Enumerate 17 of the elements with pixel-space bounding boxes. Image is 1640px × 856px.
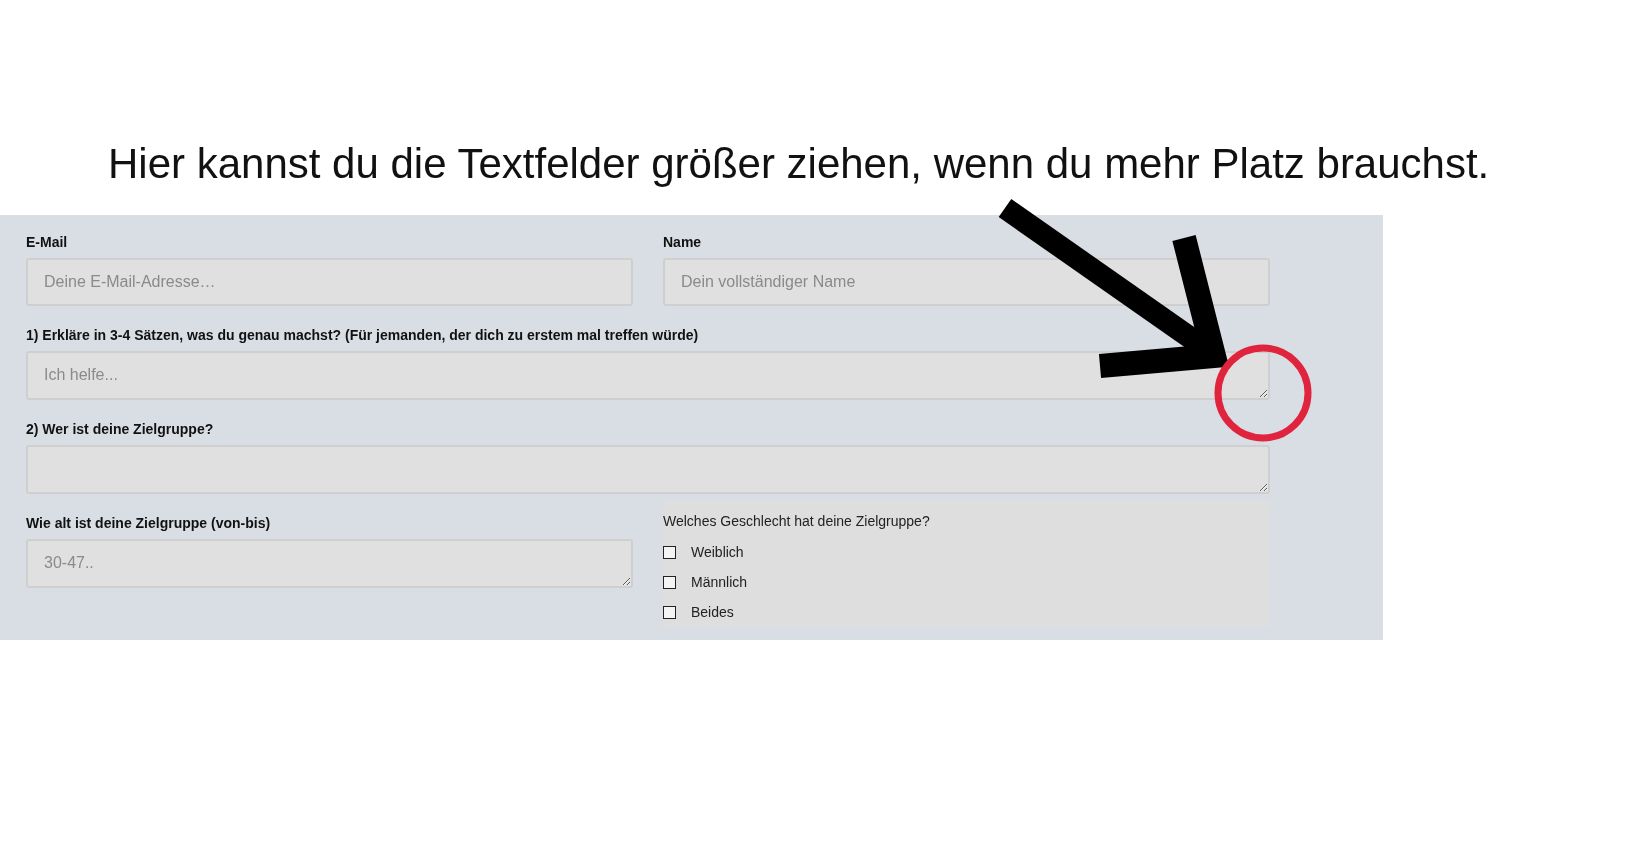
checkbox-label: Weiblich xyxy=(691,543,744,563)
field-label: 1) Erkläre in 3-4 Sätzen, was du genau machst? (Für jemanden, der dich zu erstem mal treffen würde) xyxy=(26,326,700,344)
field-label: Name xyxy=(663,233,703,251)
checkbox-label: Männlich xyxy=(691,573,748,592)
annotation-heading: Hier kannst du die Textfelder größer ziehen, wenn du mehr Platz brauchst. xyxy=(108,139,1491,189)
checkbox[interactable] xyxy=(663,576,676,589)
checkbox[interactable] xyxy=(663,605,676,619)
text-input[interactable]: Deine E-Mail-Adresse… xyxy=(26,258,633,306)
group-label: Welches Geschlecht hat deine Zielgruppe? xyxy=(663,512,931,530)
checkbox[interactable] xyxy=(663,546,676,560)
text-input[interactable]: Dein vollständiger Name xyxy=(663,258,1270,306)
field-label: Wie alt ist deine Zielgruppe (von-bis) xyxy=(26,514,272,532)
field-label: 2) Wer ist deine Zielgruppe? xyxy=(26,420,215,438)
text-area[interactable]: Ich helfe... xyxy=(26,351,1270,400)
text-area[interactable]: 30-47.. xyxy=(26,539,633,588)
checkbox-label: Beides xyxy=(691,602,734,622)
field-label: E-Mail xyxy=(26,233,69,251)
